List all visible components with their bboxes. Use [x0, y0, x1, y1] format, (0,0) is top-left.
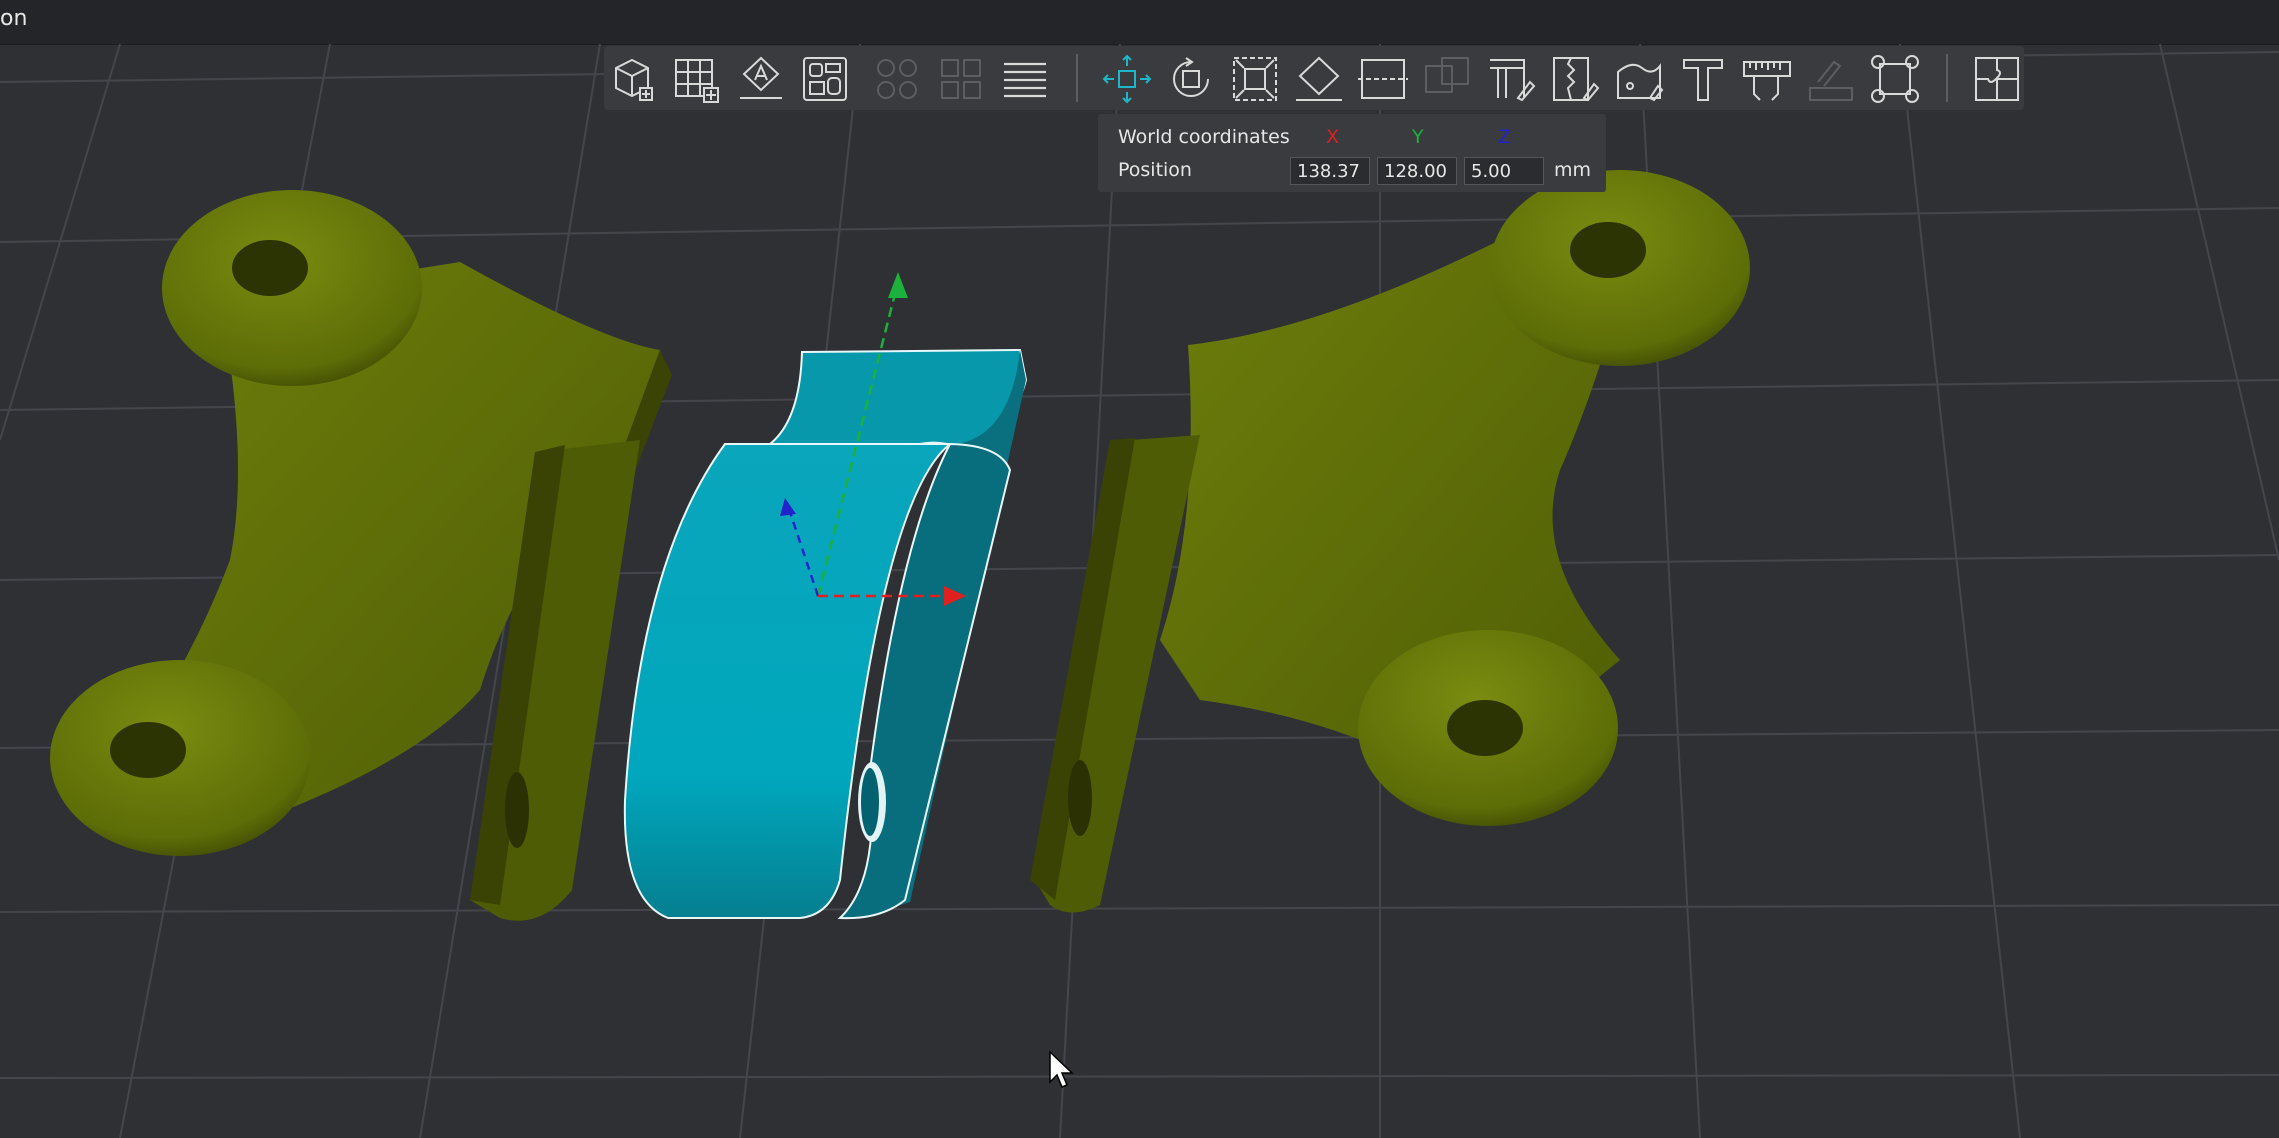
measure-icon: [1743, 61, 1791, 101]
3d-viewport[interactable]: [0, 44, 2279, 1138]
support-paint-button[interactable]: [1484, 52, 1538, 106]
left-bracket-part: [50, 190, 672, 921]
text-button[interactable]: [1676, 52, 1730, 106]
rotate-button[interactable]: [1164, 52, 1218, 106]
move-button[interactable]: [1100, 52, 1154, 106]
selected-hinge-part[interactable]: [623, 348, 1028, 920]
axis-x-label: X: [1326, 126, 1340, 148]
top-toolbar: [604, 46, 2024, 110]
seam-paint-button[interactable]: [1548, 52, 1602, 106]
text-icon: [1683, 59, 1723, 101]
add-plate-button[interactable]: [670, 52, 724, 106]
layers-button[interactable]: [998, 52, 1052, 106]
toolbar-separator: [1946, 54, 1948, 102]
window-title: on: [0, 6, 28, 31]
measure-button[interactable]: [1740, 52, 1794, 106]
scene[interactable]: [0, 44, 2279, 1138]
position-y-input[interactable]: 128.00: [1377, 157, 1457, 185]
split-parts-icon: [941, 59, 981, 99]
position-label: Position: [1118, 159, 1192, 181]
lay-on-face-button[interactable]: [1292, 52, 1346, 106]
brim-ears-icon: [1871, 55, 1919, 103]
scale-button[interactable]: [1228, 52, 1282, 106]
support-paint-icon: [1490, 59, 1536, 102]
scale-icon: [1233, 57, 1277, 101]
cursor-arrow-icon: [1049, 1050, 1074, 1088]
unit-label: mm: [1554, 159, 1592, 181]
assemble-view-button[interactable]: [1970, 52, 2024, 106]
mouse-cursor: [1048, 1050, 1074, 1094]
toolbar-separator: [1076, 54, 1078, 102]
arrange-button[interactable]: [798, 52, 852, 106]
auto-orient-button[interactable]: [734, 52, 788, 106]
seam-paint-icon: [1553, 57, 1600, 102]
split-parts-button[interactable]: [934, 52, 988, 106]
fuzzy-skin-icon: [1617, 63, 1664, 102]
assembly-button[interactable]: [1804, 52, 1858, 106]
title-bar: on: [0, 0, 2279, 45]
move-icon: [1102, 54, 1152, 104]
coordinates-heading: World coordinates: [1118, 126, 1290, 148]
arrange-icon: [803, 57, 847, 101]
cube-plus-icon: [615, 58, 653, 101]
assembly-icon: [1809, 60, 1853, 101]
grid-plus-icon: [675, 59, 719, 103]
brim-ears-button[interactable]: [1868, 52, 1922, 106]
add-object-button[interactable]: [606, 52, 660, 106]
y-axis-arrow: [888, 272, 908, 298]
rotate-icon: [1173, 57, 1209, 97]
split-objects-icon: [877, 59, 917, 99]
axis-y-label: Y: [1412, 126, 1424, 148]
right-bracket-part: [1030, 170, 1750, 913]
lay-on-face-icon: [1296, 56, 1342, 101]
mesh-boolean-button[interactable]: [1420, 52, 1474, 106]
layers-icon: [1004, 62, 1046, 98]
puzzle-icon: [1975, 57, 2019, 101]
position-x-input[interactable]: 138.37: [1290, 157, 1370, 185]
orient-icon: [740, 56, 782, 99]
axis-z-label: Z: [1498, 126, 1512, 148]
coordinates-panel: World coordinates X Y Z Position 138.37 …: [1098, 114, 1606, 192]
split-objects-button[interactable]: [870, 52, 924, 106]
fuzzy-skin-button[interactable]: [1612, 52, 1666, 106]
boolean-icon: [1425, 57, 1469, 93]
position-z-input[interactable]: 5.00: [1464, 157, 1544, 185]
cut-icon: [1358, 59, 1408, 99]
cut-button[interactable]: [1356, 52, 1410, 106]
